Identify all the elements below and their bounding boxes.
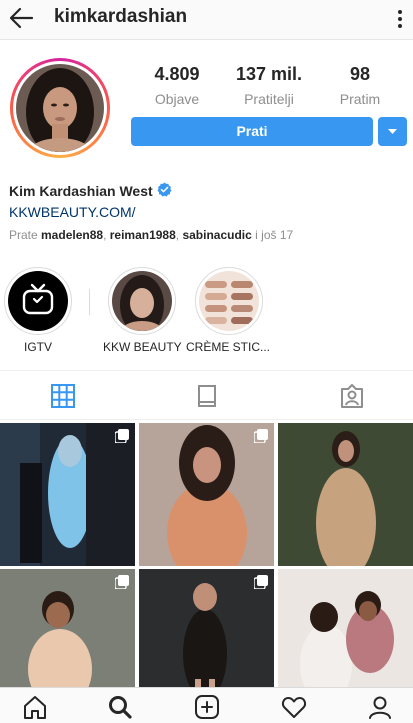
post-thumbnail[interactable] [278, 423, 413, 566]
highlight-cover-image [112, 271, 172, 331]
bottom-navigation [0, 687, 413, 723]
followed-by-user[interactable]: reiman1988 [110, 228, 176, 242]
followed-by-user[interactable]: sabinacudic [182, 228, 251, 242]
profile-display-name: Kim Kardashian West [9, 183, 153, 199]
verified-badge-icon [157, 182, 172, 197]
suggestions-dropdown-button[interactable] [378, 117, 407, 146]
highlight-label: CRÈME STIC... [186, 340, 271, 354]
stat-posts-label: Objave [154, 91, 200, 107]
stat-followers[interactable]: 137 mil. Pratitelji [224, 64, 314, 107]
multiple-photos-icon [115, 575, 129, 589]
stat-following[interactable]: 98 Pratim [315, 64, 405, 107]
search-icon[interactable] [107, 694, 133, 720]
post-thumbnail[interactable] [139, 423, 274, 566]
more-vertical-icon[interactable] [393, 6, 407, 32]
avatar-image [16, 64, 104, 152]
arrow-left-icon[interactable] [6, 4, 36, 32]
profile-icon[interactable] [367, 694, 393, 720]
highlight-label: IGTV [24, 340, 53, 354]
grid-icon[interactable] [50, 383, 76, 409]
followed-by-prefix: Prate [9, 228, 42, 242]
profile-tabs [0, 370, 413, 420]
avatar[interactable] [10, 58, 110, 158]
multiple-photos-icon [115, 429, 129, 443]
follow-button[interactable]: Prati [131, 117, 373, 146]
igtv-tab-icon[interactable] [194, 383, 220, 409]
chevron-down-icon [388, 129, 397, 134]
stat-following-label: Pratim [339, 91, 381, 107]
igtv-icon [22, 283, 54, 315]
post-thumbnail[interactable] [0, 423, 135, 566]
multiple-photos-icon [254, 429, 268, 443]
stat-followers-value: 137 mil. [235, 64, 303, 84]
followed-by-suffix: i još 17 [251, 228, 294, 242]
stat-followers-label: Pratitelji [244, 91, 294, 107]
home-icon[interactable] [22, 694, 48, 720]
new-post-icon[interactable] [194, 694, 220, 720]
profile-username: kimkardashian [54, 6, 188, 27]
stat-posts-value: 4.809 [154, 64, 200, 84]
stat-following-value: 98 [349, 64, 371, 84]
tagged-icon[interactable] [339, 383, 365, 409]
top-bar: kimkardashian [0, 0, 413, 40]
highlight-creme-stick[interactable] [195, 267, 263, 335]
highlights-divider [89, 289, 90, 315]
followed-by-text[interactable]: Prate madelen88, reiman1988, sabinacudic… [9, 228, 293, 242]
followed-by-user[interactable]: madelen88 [41, 228, 103, 242]
activity-icon[interactable] [281, 694, 307, 720]
bio-website-link[interactable]: KKWBEAUTY.COM/ [9, 204, 136, 220]
multiple-photos-icon [254, 575, 268, 589]
highlight-kkw-beauty[interactable] [108, 267, 176, 335]
highlight-igtv[interactable] [4, 267, 72, 335]
highlight-cover-image [199, 271, 259, 331]
highlight-label: KKW BEAUTY [103, 340, 182, 354]
stat-posts[interactable]: 4.809 Objave [132, 64, 222, 107]
